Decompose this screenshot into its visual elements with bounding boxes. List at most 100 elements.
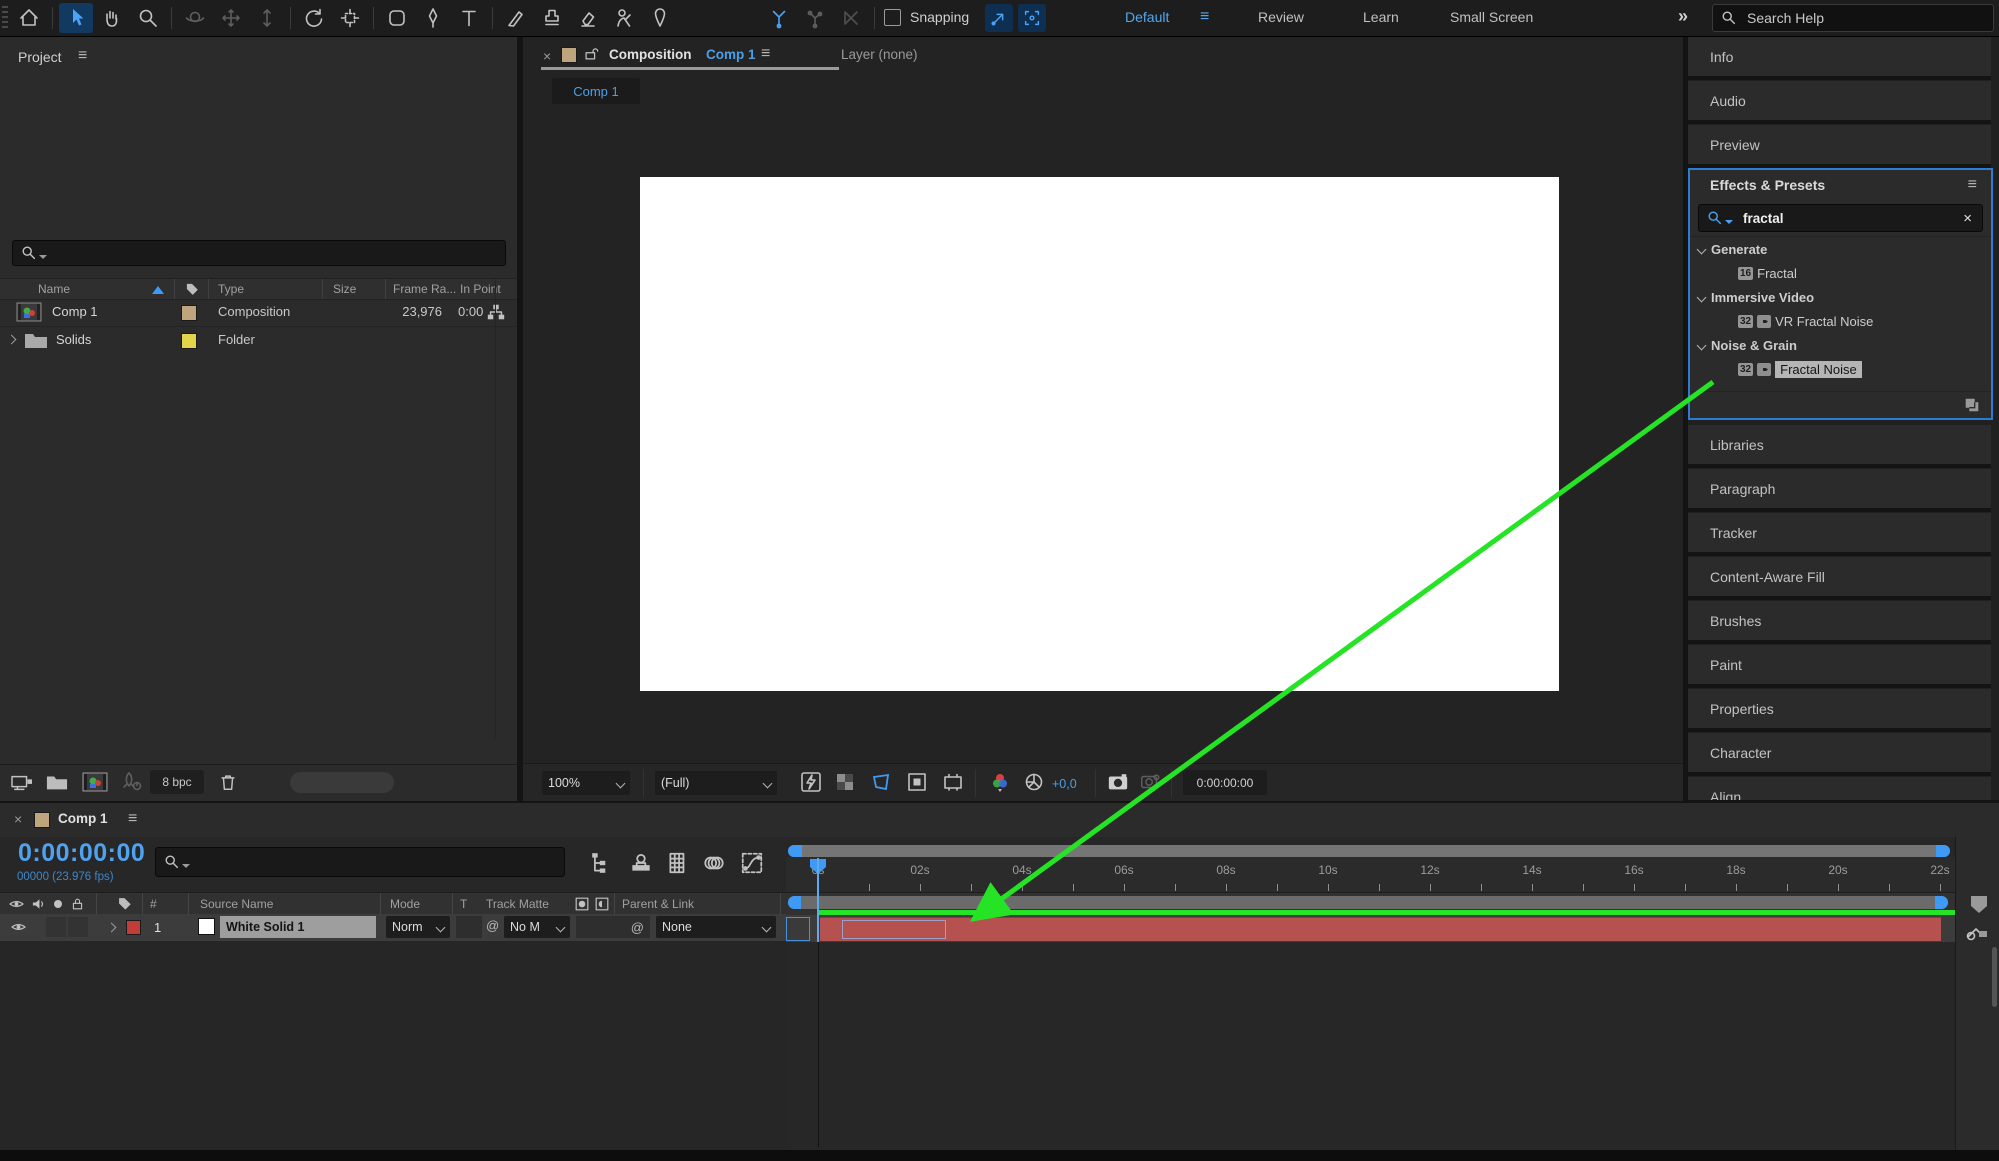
effects-group-noise-grain[interactable]: Noise & Grain: [1690, 333, 1991, 357]
comp-label-swatch[interactable]: [561, 47, 577, 63]
layer-visibility-eye-icon[interactable]: [10, 919, 27, 935]
pen-tool[interactable]: [416, 3, 450, 33]
eraser-tool[interactable]: [571, 3, 605, 33]
panel-align[interactable]: Align: [1688, 777, 1991, 800]
workspace-overflow-chevrons[interactable]: »: [1678, 6, 1688, 27]
sort-ascending-icon[interactable]: [152, 286, 164, 294]
parent-link-dropdown[interactable]: None: [656, 916, 776, 938]
label-color-swatch-yellow[interactable]: [181, 333, 197, 349]
zoom-tool[interactable]: [131, 3, 165, 33]
unlock-icon[interactable]: [583, 45, 600, 62]
project-item-name[interactable]: Solids: [56, 332, 91, 347]
panel-libraries[interactable]: Libraries: [1688, 425, 1991, 468]
label-color-column-icon[interactable]: [184, 281, 200, 297]
anchor-point-tool[interactable]: [333, 3, 367, 33]
selection-tool[interactable]: [59, 3, 93, 33]
panel-content-aware-fill[interactable]: Content-Aware Fill: [1688, 557, 1991, 600]
comp-label-swatch[interactable]: [34, 812, 50, 828]
delete-trash-icon[interactable]: [218, 771, 238, 793]
mask-visibility-icon[interactable]: [906, 771, 928, 793]
workspace-tab-small-screen[interactable]: Small Screen: [1450, 9, 1533, 25]
effect-item-fractal-noise[interactable]: 32 Fractal Noise: [1690, 357, 1991, 381]
vertical-scrollbar[interactable]: [1992, 947, 1997, 1007]
column-source-name[interactable]: Source Name: [200, 897, 273, 911]
layer-name-cell[interactable]: White Solid 1: [220, 916, 376, 938]
preview-timecode-field[interactable]: 0:00:00:00: [1183, 770, 1267, 795]
fast-preview-icon[interactable]: [800, 771, 822, 793]
label-color-swatch-tan[interactable]: [181, 305, 197, 321]
workspace-tab-learn[interactable]: Learn: [1363, 9, 1399, 25]
exposure-value[interactable]: +0,0: [1052, 777, 1077, 791]
render-engine-icon[interactable]: [120, 771, 142, 793]
layer-row-white-solid[interactable]: 1 White Solid 1 Norm @ No M @ None: [0, 914, 786, 942]
column-size[interactable]: Size: [333, 282, 356, 296]
frame-blending-icon[interactable]: [666, 851, 690, 875]
help-search-input[interactable]: Search Help: [1712, 4, 1994, 32]
column-name[interactable]: Name: [38, 282, 70, 296]
blend-mode-dropdown[interactable]: Norm: [386, 916, 450, 938]
timeline-tab-menu-icon[interactable]: ≡: [128, 810, 137, 828]
home-tool[interactable]: [12, 3, 46, 33]
project-item-name[interactable]: Comp 1: [52, 304, 98, 319]
viewer-tab-label[interactable]: Composition: [609, 47, 692, 62]
timeline-tab-label[interactable]: Comp 1: [58, 811, 108, 826]
column-mode[interactable]: Mode: [390, 897, 420, 911]
shape-tool[interactable]: [380, 3, 414, 33]
column-track-matte[interactable]: Track Matte: [486, 897, 549, 911]
resolution-dropdown[interactable]: (Full): [655, 771, 777, 795]
layer-label-swatch-red[interactable]: [126, 920, 141, 935]
interpret-footage-icon[interactable]: [10, 773, 34, 793]
effect-item-fractal[interactable]: 16 Fractal: [1690, 261, 1991, 285]
bit-depth-button[interactable]: 8 bpc: [150, 770, 204, 794]
puppet-pin-tool[interactable]: [643, 3, 677, 33]
column-t[interactable]: T: [460, 897, 467, 911]
current-timecode[interactable]: 0:00:00:00: [18, 839, 145, 868]
layer-expand-chevron-icon[interactable]: [106, 922, 117, 933]
snap-along-edges-toggle[interactable]: [985, 4, 1013, 32]
project-row-solids[interactable]: Solids Folder: [0, 326, 517, 354]
brush-tool[interactable]: [499, 3, 533, 33]
shy-layers-icon[interactable]: [628, 851, 654, 875]
layer-duration-bar[interactable]: [820, 917, 1941, 941]
work-area-bar[interactable]: [788, 896, 1948, 909]
pan-camera-tool[interactable]: [214, 3, 248, 33]
panel-paragraph[interactable]: Paragraph: [1688, 469, 1991, 512]
type-tool[interactable]: [452, 3, 486, 33]
rotate-tool[interactable]: [297, 3, 331, 33]
playhead-line[interactable]: [817, 858, 819, 942]
column-parent-link[interactable]: Parent & Link: [622, 897, 694, 911]
graph-editor-icon[interactable]: [740, 851, 764, 875]
zoom-scrollbar-right-handle[interactable]: [1936, 845, 1950, 857]
effect-item-vr-fractal-noise[interactable]: 32 VR Fractal Noise: [1690, 309, 1991, 333]
panel-properties[interactable]: Properties: [1688, 689, 1991, 732]
close-tab-icon[interactable]: ×: [14, 811, 22, 827]
hand-tool[interactable]: [95, 3, 129, 33]
dolly-camera-tool[interactable]: [250, 3, 284, 33]
roto-brush-tool[interactable]: [607, 3, 641, 33]
layer-solo-cell[interactable]: [68, 917, 88, 937]
motion-blur-icon[interactable]: [702, 851, 726, 875]
project-panel-menu-icon[interactable]: ≡: [78, 47, 87, 65]
viewer-tab-menu-icon[interactable]: ≡: [761, 45, 770, 63]
joint-bend-tool[interactable]: [798, 3, 832, 33]
orbit-camera-tool[interactable]: [178, 3, 212, 33]
work-area-start-handle[interactable]: [788, 896, 801, 909]
workspace-tab-review[interactable]: Review: [1258, 9, 1304, 25]
joint-tool[interactable]: [762, 3, 796, 33]
comp-button-icon[interactable]: [1964, 919, 1990, 943]
timeline-search-input[interactable]: [155, 847, 565, 877]
workspace-tab-default[interactable]: Default: [1125, 9, 1169, 25]
comp-mini-flowchart-tab[interactable]: Comp 1: [552, 78, 640, 104]
new-animation-preset-icon[interactable]: [1963, 396, 1981, 414]
magnification-dropdown[interactable]: 100%: [542, 771, 630, 795]
panel-tracker[interactable]: Tracker: [1688, 513, 1991, 556]
new-composition-icon[interactable]: [82, 772, 108, 792]
snap-features-toggle[interactable]: [1018, 4, 1046, 32]
clone-stamp-tool[interactable]: [535, 3, 569, 33]
channel-rgb-icon[interactable]: [989, 771, 1011, 793]
column-frame-rate[interactable]: Frame Ra...: [393, 282, 456, 296]
guides-grid-options-icon[interactable]: [942, 771, 964, 793]
show-snapshot-icon[interactable]: [1139, 772, 1161, 792]
effects-group-generate[interactable]: Generate: [1690, 236, 1991, 261]
panel-audio[interactable]: Audio: [1688, 81, 1991, 124]
